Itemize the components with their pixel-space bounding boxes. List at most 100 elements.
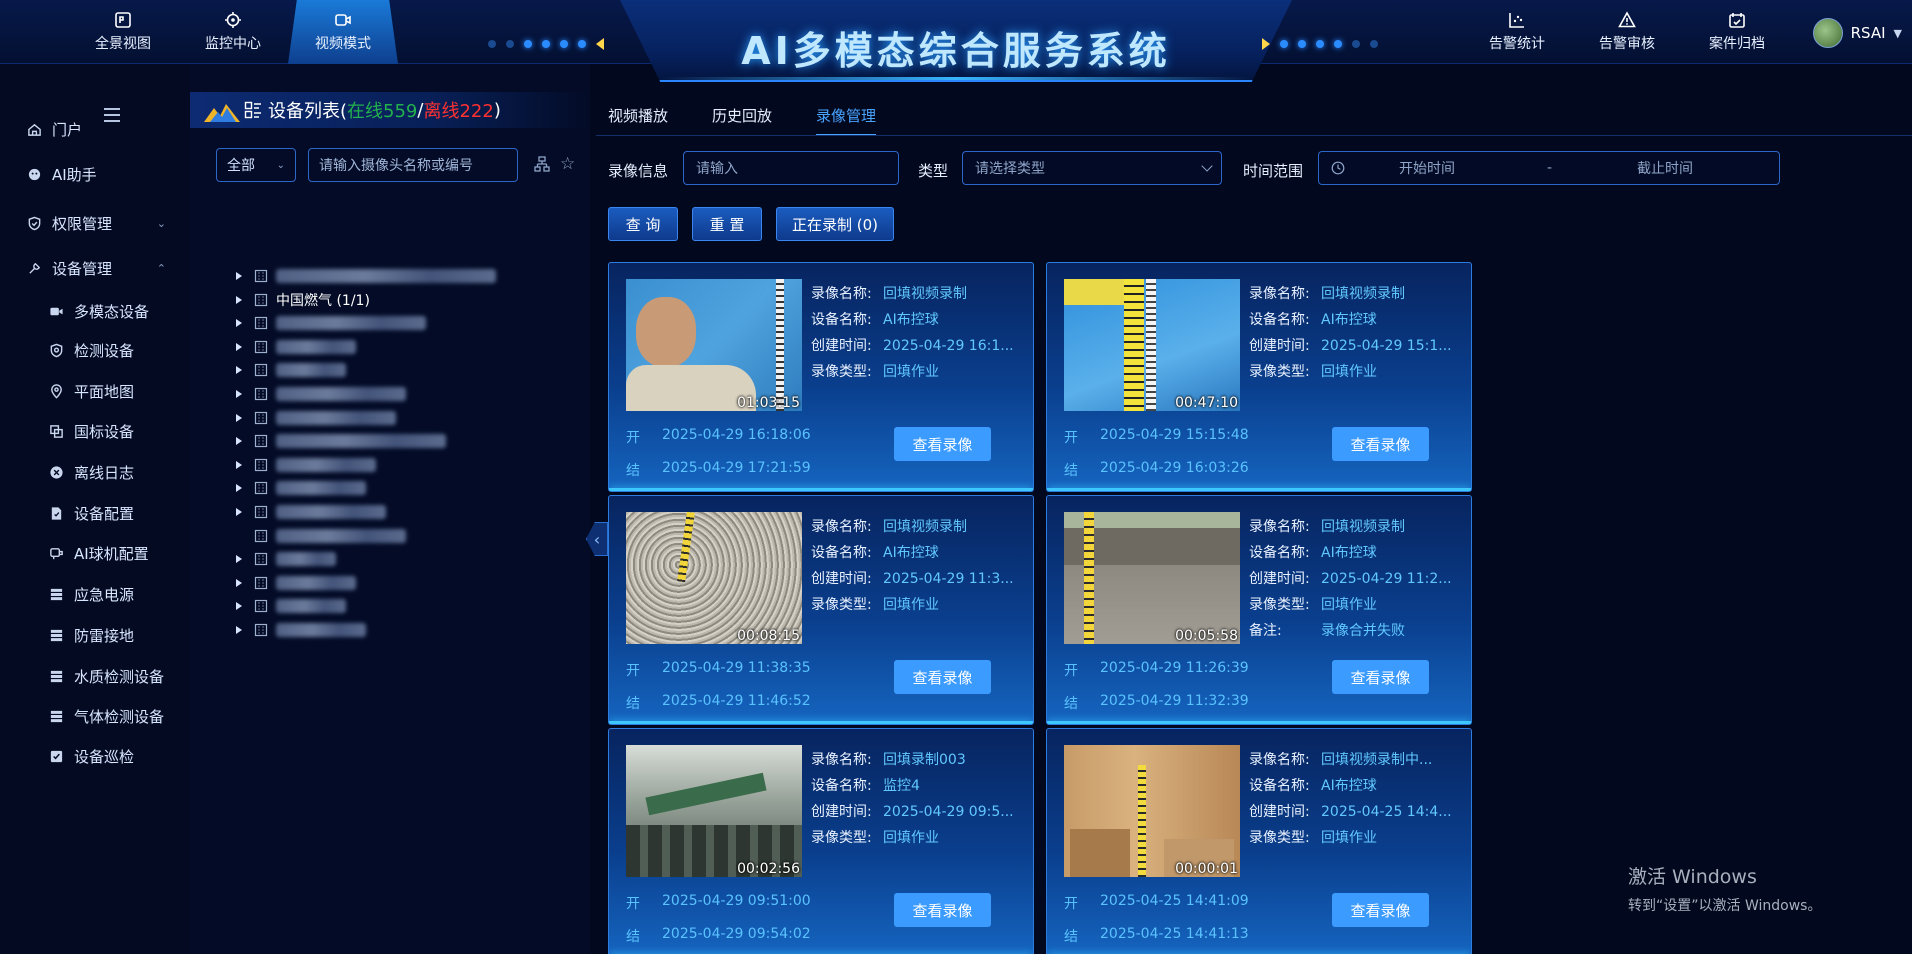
- nav-panorama[interactable]: 全景视图: [68, 0, 178, 64]
- star-icon[interactable]: ☆: [560, 154, 575, 174]
- card-field-device-label: 设备名称:: [1249, 778, 1310, 794]
- sidebar-item-device-manage[interactable]: 设备管理 ⌃: [0, 250, 190, 286]
- caret-right-icon: [236, 484, 242, 493]
- tab-divider: [596, 135, 1912, 136]
- redacted-node-label: [276, 387, 406, 401]
- device-tree-node[interactable]: [236, 429, 446, 453]
- reset-button[interactable]: 重 置: [692, 207, 762, 241]
- sidebar-item-label: AI球机配置: [74, 544, 149, 563]
- view-recording-button[interactable]: 查看录像: [1332, 660, 1429, 694]
- sidebar-item-device-config[interactable]: 设备配置: [0, 495, 190, 531]
- sidebar-item-multimodal[interactable]: 多模态设备: [0, 293, 190, 329]
- view-recording-button[interactable]: 查看录像: [1332, 893, 1429, 927]
- device-tree-node[interactable]: [236, 406, 396, 430]
- device-search-input[interactable]: 请输入摄像头名称或编号: [308, 148, 518, 182]
- sidebar-item-offline-log[interactable]: 离线日志: [0, 454, 190, 490]
- device-tree-node[interactable]: 中国燃气 (1/1): [236, 288, 370, 312]
- recording-thumbnail[interactable]: 01:03:15: [626, 279, 802, 411]
- close-circle-icon: [48, 464, 64, 480]
- nav-video-mode[interactable]: 视频模式: [288, 0, 398, 64]
- query-button[interactable]: 查 询: [608, 207, 678, 241]
- device-tree-node[interactable]: [236, 264, 496, 288]
- type-select[interactable]: 请选择类型: [962, 151, 1222, 185]
- device-tree-node[interactable]: [236, 335, 356, 359]
- sidebar-item-emergency-power[interactable]: 应急电源: [0, 576, 190, 612]
- recording-thumbnail[interactable]: 00:47:10: [1064, 279, 1240, 411]
- sidebar-item-water-quality[interactable]: 水质检测设备: [0, 658, 190, 694]
- server-icon: [48, 627, 64, 643]
- device-tree-node[interactable]: [236, 311, 426, 335]
- tab-video-play[interactable]: 视频播放: [608, 104, 668, 136]
- user-menu[interactable]: RSAI ▼: [1812, 18, 1902, 48]
- recording-now-button[interactable]: 正在录制 (0): [776, 207, 894, 241]
- sidebar-item-label: 设备管理: [52, 259, 113, 278]
- card-field-device-label: 设备名称:: [1249, 545, 1310, 561]
- sidebar-item-ai-assistant[interactable]: AI助手: [0, 156, 190, 192]
- view-recording-button[interactable]: 查看录像: [894, 660, 991, 694]
- mountain-icon: [204, 104, 240, 122]
- redacted-node-label: [276, 528, 406, 543]
- device-filter-select[interactable]: 全部 ⌄: [216, 148, 296, 182]
- card-field-created-label: 创建时间:: [811, 571, 872, 587]
- card-field-name-value: 回填录制003: [883, 752, 966, 768]
- nav-monitor[interactable]: 监控中心: [178, 0, 288, 64]
- start-label: 开: [626, 896, 640, 912]
- device-tree-node[interactable]: [236, 500, 386, 524]
- recording-card: 00:00:01 录像名称: 回填视频录制中... 设备名称: AI布控球 创建…: [1046, 728, 1472, 954]
- tab-history-playback[interactable]: 历史回放: [712, 104, 772, 136]
- recording-duration: 01:03:15: [737, 395, 800, 411]
- recording-thumbnail[interactable]: 00:05:58: [1064, 512, 1240, 644]
- building-icon: [254, 505, 268, 519]
- device-tree-node[interactable]: [236, 476, 366, 500]
- sidebar-item-device-inspection[interactable]: 设备巡检: [0, 738, 190, 774]
- sidebar-item-gb-device[interactable]: 国标设备: [0, 413, 190, 449]
- sidebar-item-floor-map[interactable]: 平面地图: [0, 373, 190, 409]
- sidebar-item-lightning-ground[interactable]: 防雷接地: [0, 617, 190, 653]
- nav-alarm-stats[interactable]: 告警统计: [1462, 0, 1572, 64]
- doc-config-icon: [48, 505, 64, 521]
- device-tree-node[interactable]: [236, 382, 406, 406]
- redacted-node-label: [276, 316, 426, 331]
- list-icon: [244, 101, 261, 119]
- left-sidebar: 门户 AI助手权限管理 ⌄ 设备管理 ⌃ 多模态设备 检测设备平面地图国标设备离线日志设备配…: [0, 64, 190, 954]
- card-field-type-label: 录像类型:: [811, 597, 872, 613]
- device-tree-node[interactable]: [236, 358, 346, 382]
- device-tree-node[interactable]: [236, 547, 336, 571]
- view-recording-button[interactable]: 查看录像: [894, 893, 991, 927]
- view-recording-button[interactable]: 查看录像: [894, 427, 991, 461]
- recording-card: 01:03:15 录像名称: 回填视频录制 设备名称: AI布控球 创建时间: …: [608, 262, 1034, 492]
- device-tree-node[interactable]: [236, 594, 346, 618]
- tab-recording-manage[interactable]: 录像管理: [816, 104, 877, 136]
- redacted-node-label: [276, 552, 336, 567]
- sidebar-item-detection[interactable]: 检测设备: [0, 332, 190, 368]
- end-time-row: 结 2025-04-29 11:46:52: [626, 693, 811, 713]
- record-info-input[interactable]: 请输入: [683, 151, 899, 185]
- recording-thumbnail[interactable]: 00:02:56: [626, 745, 802, 877]
- card-field-type-label: 录像类型:: [811, 364, 872, 380]
- device-tree-node[interactable]: [236, 618, 366, 642]
- time-range-picker[interactable]: 开始时间 - 截止时间: [1318, 151, 1780, 185]
- org-tree-icon[interactable]: [534, 156, 550, 172]
- device-tree-node[interactable]: [236, 571, 356, 595]
- view-recording-button[interactable]: 查看录像: [1332, 427, 1429, 461]
- sidebar-item-portal[interactable]: 门户: [0, 111, 190, 147]
- end-time-value: 2025-04-25 14:41:13: [1100, 926, 1249, 942]
- sidebar-item-ai-dome-config[interactable]: AI球机配置: [0, 535, 190, 571]
- nav-case-archive-label: 案件归档: [1709, 36, 1765, 52]
- card-field-created-label: 创建时间:: [1249, 804, 1310, 820]
- card-field-created-value: 2025-04-29 11:3...: [883, 571, 1014, 587]
- device-tree-node[interactable]: [236, 524, 406, 548]
- nav-case-archive[interactable]: 案件归档: [1682, 0, 1792, 64]
- nav-alarm-review[interactable]: 告警审核: [1572, 0, 1682, 64]
- sidebar-item-permission[interactable]: 权限管理 ⌄: [0, 205, 190, 241]
- recording-thumbnail[interactable]: 00:00:01: [1064, 745, 1240, 877]
- device-tree-node[interactable]: [236, 453, 376, 477]
- card-field-device-label: 设备名称:: [811, 545, 872, 561]
- card-field-type-label: 录像类型:: [1249, 364, 1310, 380]
- sidebar-item-gas-detection[interactable]: 气体检测设备: [0, 698, 190, 734]
- caret-right-icon: [236, 272, 242, 280]
- recording-duration: 00:05:58: [1175, 628, 1238, 644]
- archive-icon: [1729, 13, 1745, 28]
- video-device-icon: [48, 303, 64, 319]
- recording-thumbnail[interactable]: 00:08:15: [626, 512, 802, 644]
